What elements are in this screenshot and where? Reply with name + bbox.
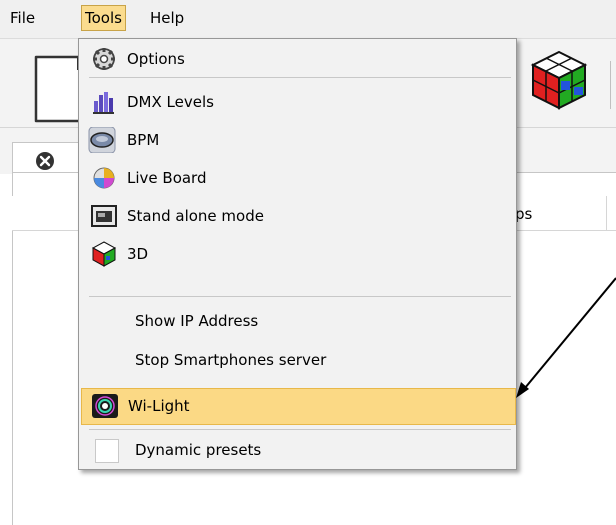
annotation-arrow-icon (516, 277, 616, 398)
